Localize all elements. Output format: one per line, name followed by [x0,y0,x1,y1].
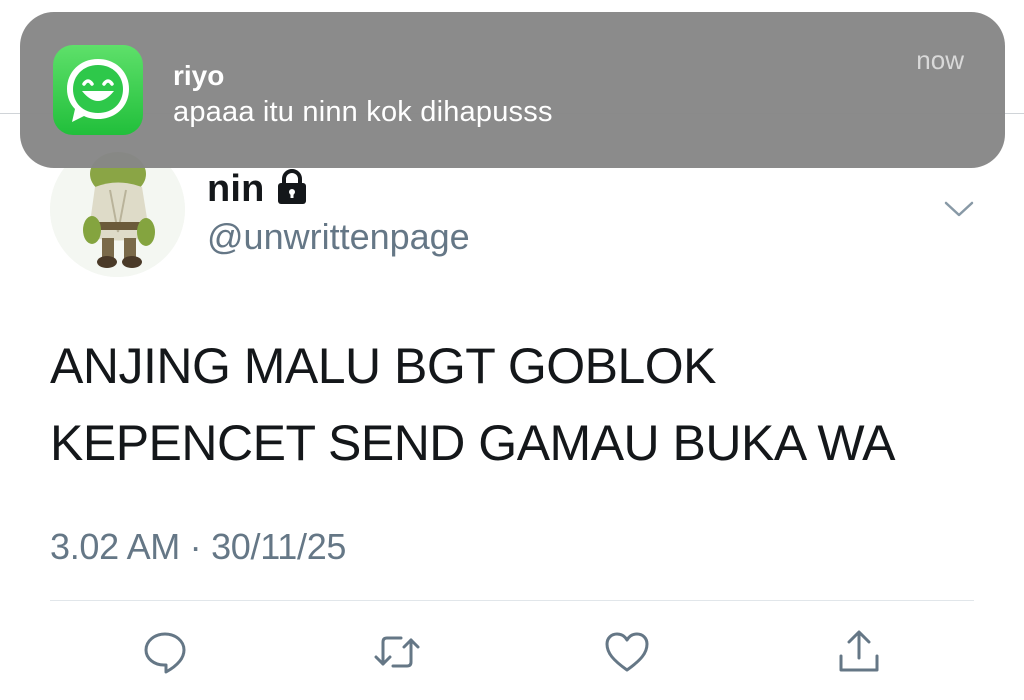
reply-icon [144,632,186,674]
heart-icon [605,632,649,672]
tweet-text-line: ANJING MALU BGT GOBLOK [50,338,717,394]
notification-sender: riyo [173,60,225,91]
lock-icon [278,169,306,204]
tweet-timestamp[interactable]: 3.02 AM · 30/11/25 [50,526,346,568]
author-name[interactable]: nin [207,168,265,211]
reply-button[interactable] [141,628,189,676]
whatsapp-app-icon [53,45,143,135]
tweet-text: ANJING MALU BGT GOBLOK KEPENCET SEND GAM… [50,328,1000,482]
retweet-button[interactable] [373,628,421,676]
tweet-screen: nin @unwrittenpage ANJING MALU BGT GOBLO… [0,0,1024,700]
retweet-icon [374,636,420,668]
chevron-down-icon[interactable] [943,196,975,220]
share-icon [839,630,879,672]
notification-message: apaaa itu ninn kok dihapusss [173,96,553,128]
smiley-chat-icon [67,59,129,122]
notification-time: now [916,45,964,75]
tweet-text-line: KEPENCET SEND GAMAU BUKA WA [50,415,896,471]
author-handle[interactable]: @unwrittenpage [207,216,470,258]
like-button[interactable] [603,628,651,676]
notification-banner[interactable]: riyo apaaa itu ninn kok dihapusss now [20,12,1005,168]
actions-divider [50,600,974,601]
share-button[interactable] [835,628,883,676]
